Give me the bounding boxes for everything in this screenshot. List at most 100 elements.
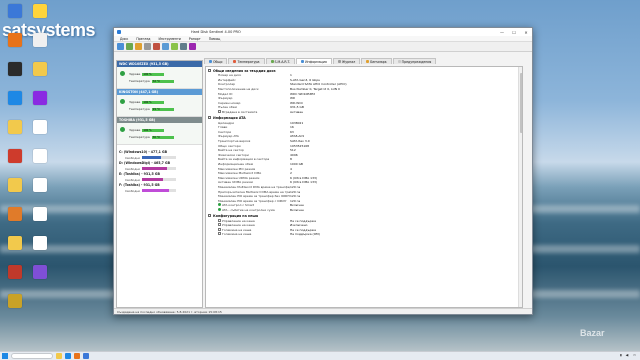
info-value: Активен bbox=[290, 110, 304, 115]
free-label: Свободно bbox=[125, 188, 141, 193]
desktop-icon[interactable] bbox=[4, 294, 26, 320]
browser-icon[interactable] bbox=[65, 353, 71, 359]
checkbox-icon bbox=[218, 223, 221, 227]
info-key: Модел ID bbox=[206, 92, 290, 96]
collapse-icon[interactable] bbox=[208, 116, 211, 120]
info-value: 1 bbox=[290, 73, 292, 78]
tab-6[interactable]: Предупреждения bbox=[392, 58, 437, 64]
app-icon bbox=[33, 62, 47, 76]
tab-4[interactable]: Журнал bbox=[332, 58, 361, 64]
volume-row: Свободно bbox=[117, 188, 202, 193]
ok-icon bbox=[120, 71, 125, 76]
alert-icon[interactable] bbox=[153, 43, 160, 50]
info-key: Активен UDMA режим bbox=[206, 180, 290, 184]
desktop-icon[interactable] bbox=[4, 178, 26, 204]
tab-3[interactable]: Информация bbox=[296, 58, 332, 64]
disk-status[interactable]: Здраве 100 % Температура 29 °C bbox=[117, 95, 202, 117]
hds-taskbar-icon[interactable] bbox=[83, 353, 89, 359]
info-icon[interactable] bbox=[180, 43, 187, 50]
disk-icon[interactable] bbox=[126, 43, 133, 50]
app-icon bbox=[8, 294, 22, 308]
tab-2[interactable]: S.M.A.R.T. bbox=[265, 58, 296, 64]
title-bar[interactable]: Hard Disk Sentinel 4.00 PRO — ☐ ✕ bbox=[114, 28, 532, 36]
app-icon bbox=[33, 120, 47, 134]
file-explorer-icon[interactable] bbox=[56, 353, 62, 359]
menu-item[interactable]: Рапорт bbox=[189, 37, 201, 41]
info-key: Номер на диск bbox=[206, 73, 290, 77]
refresh-icon[interactable] bbox=[117, 43, 124, 50]
info-key-text: Пълен обем bbox=[218, 105, 237, 110]
scrollbar[interactable] bbox=[518, 67, 522, 307]
scroll-thumb[interactable] bbox=[519, 73, 522, 133]
taskbar-search-input[interactable] bbox=[11, 353, 53, 359]
help-icon[interactable] bbox=[189, 43, 196, 50]
desktop-icon[interactable] bbox=[29, 120, 51, 146]
menu-item[interactable]: Инструменти bbox=[159, 37, 181, 41]
free-label: Свободно bbox=[125, 155, 141, 160]
desktop-icon[interactable] bbox=[4, 4, 26, 30]
volume-icon[interactable]: ◀) bbox=[626, 353, 629, 357]
info-value: Изключено bbox=[290, 223, 308, 228]
menu-item[interactable]: Диск bbox=[120, 37, 128, 41]
desktop-icon[interactable] bbox=[29, 62, 51, 88]
desktop-icon[interactable] bbox=[4, 207, 26, 233]
info-key-text: Байта за информация в сектора bbox=[218, 157, 270, 162]
tab-5[interactable]: Бенчмарк bbox=[361, 58, 392, 64]
desktop-icon[interactable] bbox=[29, 91, 51, 117]
tab-0[interactable]: Общо bbox=[204, 58, 228, 64]
notification-icon[interactable]: ▭ bbox=[633, 353, 636, 357]
desktop-icon[interactable] bbox=[4, 149, 26, 175]
menu-item[interactable]: Преглед bbox=[136, 37, 150, 41]
info-key: Максимален Multiword DMA bbox=[206, 171, 290, 175]
desktop-icon[interactable] bbox=[4, 91, 26, 117]
info-key: Транспортна версия bbox=[206, 139, 290, 143]
network-icon[interactable]: ▮ bbox=[620, 353, 622, 357]
info-key-text: Вградена в системата bbox=[222, 110, 258, 115]
disk-status[interactable]: Здраве 100 % Температура 32 °C bbox=[117, 67, 202, 89]
desktop-icon[interactable] bbox=[29, 149, 51, 175]
maximize-icon[interactable]: ☐ bbox=[508, 28, 520, 36]
volume-fill bbox=[142, 155, 161, 160]
info-value: 16 bbox=[290, 125, 294, 130]
free-label: Свободно bbox=[125, 166, 141, 171]
info-row: ATA - събитие на контролни сума Включен bbox=[206, 207, 522, 213]
settings-icon[interactable] bbox=[144, 43, 151, 50]
test-icon[interactable] bbox=[162, 43, 169, 50]
info-key-text: Интерфейс bbox=[218, 77, 236, 82]
desktop-icon[interactable] bbox=[4, 265, 26, 291]
desktop-icon[interactable] bbox=[29, 178, 51, 204]
firefox-icon[interactable] bbox=[74, 353, 80, 359]
desktop-icon[interactable] bbox=[29, 265, 51, 291]
volume-fill bbox=[142, 188, 170, 193]
menu-item[interactable]: Помощ bbox=[209, 37, 221, 41]
collapse-icon[interactable] bbox=[208, 214, 211, 218]
info-value: 8 bbox=[290, 157, 292, 162]
start-icon[interactable] bbox=[2, 353, 8, 359]
desktop-icon[interactable] bbox=[29, 207, 51, 233]
info-key-text: Препоръчителна Multiword DMA време на тр… bbox=[218, 189, 290, 194]
app-icon bbox=[33, 4, 47, 18]
info-value: Не се поддържа bbox=[290, 218, 317, 223]
disk-status[interactable]: Здраве 100 % Температура 30 °C bbox=[117, 123, 202, 145]
app-icon bbox=[8, 149, 22, 163]
desktop-icon[interactable] bbox=[29, 236, 51, 262]
temp-label: Температура bbox=[129, 135, 150, 139]
minimize-icon[interactable]: — bbox=[496, 28, 508, 36]
desktop-icon[interactable] bbox=[4, 236, 26, 262]
close-icon[interactable]: ✕ bbox=[520, 28, 532, 36]
desktop-icon[interactable] bbox=[4, 120, 26, 146]
desktop-icon[interactable] bbox=[4, 33, 26, 59]
section-title: Конфигурация на кеша bbox=[213, 213, 259, 218]
tab-label: Журнал bbox=[341, 59, 356, 64]
info-value: S-ATA Gen3, 6 Gbps bbox=[290, 77, 320, 82]
desktop-icon[interactable] bbox=[29, 33, 51, 59]
report-icon[interactable] bbox=[135, 43, 142, 50]
hds-window[interactable]: Hard Disk Sentinel 4.00 PRO — ☐ ✕ Диск Пр… bbox=[113, 27, 533, 315]
desktop-icon[interactable] bbox=[29, 4, 51, 30]
collapse-icon[interactable] bbox=[208, 69, 211, 72]
info-key: Управление на кеша bbox=[206, 218, 290, 223]
benchmark-icon[interactable] bbox=[171, 43, 178, 50]
tab-icon bbox=[337, 60, 341, 63]
desktop-icon[interactable] bbox=[4, 62, 26, 88]
tab-1[interactable]: Температура bbox=[228, 58, 265, 64]
